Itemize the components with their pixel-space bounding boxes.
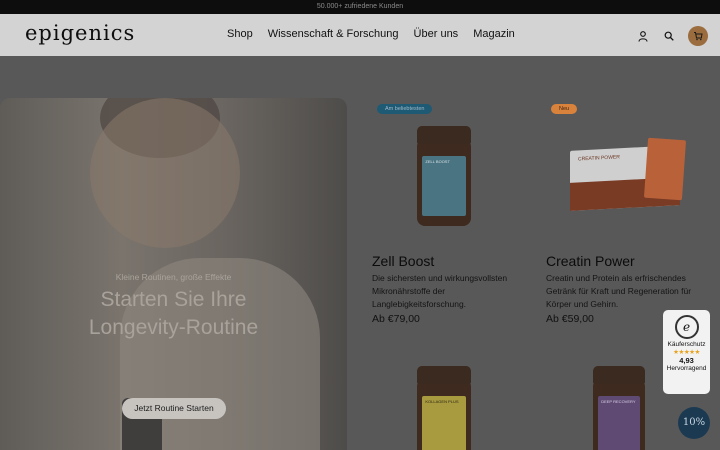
box-label: CREATIN POWER bbox=[578, 154, 620, 163]
page-content: Kleine Routinen, große Effekte Starten S… bbox=[0, 56, 720, 450]
product-price: Ab €59,00 bbox=[546, 313, 594, 325]
hero-title-line2: Longevity-Routine bbox=[88, 316, 259, 339]
product-jar: ZELL BOOST bbox=[417, 126, 471, 226]
nav-about[interactable]: Über uns bbox=[414, 28, 459, 40]
bestseller-badge: Am beliebtesten bbox=[377, 104, 433, 114]
product-name[interactable]: Zell Boost bbox=[372, 253, 434, 269]
announcement-bar: 50.000+ zufriedene Kunden bbox=[0, 0, 720, 14]
product-image[interactable]: Neu CREATIN POWER bbox=[546, 104, 714, 234]
new-badge: Neu bbox=[551, 104, 578, 114]
nav-shop[interactable]: Shop bbox=[227, 28, 253, 40]
trust-title: Käuferschutz bbox=[667, 341, 706, 348]
account-icon[interactable] bbox=[636, 29, 650, 43]
hero-image-face bbox=[90, 98, 240, 248]
cart-icon[interactable] bbox=[688, 26, 708, 46]
header-icons bbox=[636, 26, 708, 46]
site-header: epigenics Shop Wissenschaft & Forschung … bbox=[0, 14, 720, 56]
hero-title-line1: Starten Sie Ihre bbox=[100, 288, 247, 311]
jar-label: DEEP RECOVERY bbox=[601, 399, 636, 404]
jar-label: ZELL BOOST bbox=[425, 159, 450, 164]
trust-score: 4,93 bbox=[679, 356, 694, 365]
product-sachet bbox=[643, 137, 687, 201]
nav-science[interactable]: Wissenschaft & Forschung bbox=[268, 28, 399, 40]
product-price: Ab €79,00 bbox=[372, 313, 420, 325]
main-nav: Shop Wissenschaft & Forschung Über uns M… bbox=[227, 28, 515, 40]
product-description: Creatin und Protein als erfrischendes Ge… bbox=[546, 273, 692, 309]
hero-title: Starten Sie Ihre Longevity-Routine bbox=[0, 286, 347, 342]
hero-subtitle: Kleine Routinen, große Effekte bbox=[115, 272, 232, 282]
product-name[interactable]: Creatin Power bbox=[546, 253, 635, 269]
hero-banner: Kleine Routinen, große Effekte Starten S… bbox=[0, 98, 347, 450]
logo[interactable]: epigenics bbox=[25, 21, 135, 45]
search-icon[interactable] bbox=[662, 29, 676, 43]
rating-stars-icon: ★★★★★ bbox=[673, 349, 700, 356]
product-description: Die sichersten und wirkungsvollsten Mikr… bbox=[372, 273, 508, 309]
jar-label: KOLLAGEN PLUS bbox=[425, 399, 459, 404]
start-routine-button[interactable]: Jetzt Routine Starten bbox=[122, 398, 226, 419]
trusted-shops-seal-icon: e bbox=[674, 315, 699, 339]
nav-magazine[interactable]: Magazin bbox=[473, 28, 515, 40]
product-jar[interactable]: KOLLAGEN PLUS bbox=[417, 366, 471, 450]
trusted-shops-badge[interactable]: e Käuferschutz ★★★★★ 4,93 Hervorragend bbox=[663, 310, 710, 394]
product-image[interactable]: Am beliebtesten ZELL BOOST bbox=[372, 104, 540, 234]
product-jar[interactable]: DEEP RECOVERY bbox=[593, 366, 645, 450]
discount-bubble[interactable]: 10% bbox=[678, 407, 710, 439]
trust-rating: Hervorragend bbox=[666, 365, 707, 372]
